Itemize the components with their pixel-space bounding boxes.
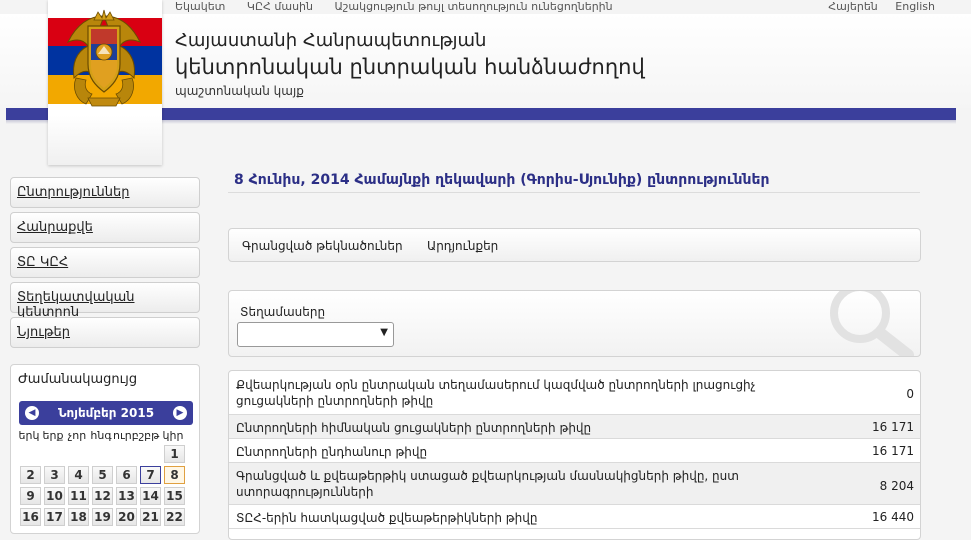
calendar-prev-icon[interactable]: ◀: [25, 406, 39, 420]
header-subtitle: պաշտոնական կայք: [175, 84, 304, 98]
calendar-day[interactable]: 3: [44, 466, 65, 484]
calendar-weekday: կիր: [162, 429, 184, 442]
sidebar-item-tec-cec[interactable]: ՏԸ ԿԸՀ: [10, 247, 200, 278]
sidebar-item-information-center[interactable]: Տեղեկատվական կենտրոն: [10, 282, 200, 320]
page-title: 8 Հունիս, 2014 Համայնքի ղեկավարի (Գորիս-…: [234, 172, 770, 188]
calendar-weekday: երկ: [18, 429, 40, 442]
row-value: 16 440: [872, 510, 914, 524]
calendar-day[interactable]: 6: [116, 466, 137, 484]
table-row: Քվեարկության օրն ընտրական տեղամասերում կ…: [229, 371, 920, 415]
coat-of-arms-icon: [66, 9, 142, 107]
calendar-month-header: ◀ Նոյեմբեր 2015 ▶: [19, 401, 193, 425]
calendar-weekday: չոր: [67, 429, 87, 442]
calendar-day[interactable]: 16: [20, 508, 41, 526]
calendar-day[interactable]: 8: [164, 466, 185, 484]
calendar-widget: Ժամանակացույց ◀ Նոյեմբեր 2015 ▶ երկ երք չո…: [10, 364, 200, 534]
tab-results[interactable]: Արդյունքեր: [427, 239, 498, 253]
precincts-label: Տեղամասերը: [240, 305, 326, 319]
logo[interactable]: [48, 0, 162, 165]
table-row: Գրանցված և քվեաթերթիկ ստացած քվեարկությա…: [229, 463, 920, 505]
calendar-weekday: շբթ: [138, 429, 160, 442]
calendar-day[interactable]: 15: [164, 487, 185, 505]
results-table: Քվեարկության օրն ընտրական տեղամասերում կ…: [228, 370, 921, 540]
table-row: Ընտրողների ընդհանուր թիվը 16 171: [229, 439, 920, 463]
header-title-line1: Հայաստանի Հանրապետության: [175, 30, 487, 51]
title-divider: [228, 192, 920, 193]
row-label: Ընտրողների հիմնական ցուցակների ընտրողներ…: [236, 421, 592, 435]
calendar-day[interactable]: 19: [92, 508, 113, 526]
row-label: ՏԸՀ-երին հատկացված քվեաթերթիկների թիվը: [236, 511, 538, 525]
calendar-day[interactable]: 10: [44, 487, 65, 505]
top-link-home[interactable]: Եկակետ: [175, 0, 225, 13]
row-value: 16 171: [872, 420, 914, 434]
calendar-day[interactable]: 4: [68, 466, 89, 484]
calendar-day[interactable]: 7: [140, 466, 161, 484]
calendar-weekday: հնգ: [90, 429, 112, 442]
lang-armenian[interactable]: Հայերեն: [828, 0, 877, 13]
row-value: 16 171: [872, 444, 914, 458]
top-links: Եկակետ ԿԸՀ մասին Աշակցություն թույլ տեսո…: [175, 0, 631, 13]
calendar-day[interactable]: 21: [140, 508, 161, 526]
calendar-day[interactable]: 17: [44, 508, 65, 526]
filter-panel: Տեղամասերը ▼: [228, 290, 921, 357]
calendar-day[interactable]: 14: [140, 487, 161, 505]
row-label: Ընտրողների ընդհանուր թիվը: [236, 445, 428, 459]
sidebar-item-elections[interactable]: Ընտրություններ: [10, 177, 200, 208]
calendar-day[interactable]: 1: [164, 445, 185, 463]
calendar-weekday: ուրբ: [113, 429, 139, 442]
tab-bar: Գրանցված թեկնածուներ Արդյունքեր: [228, 228, 921, 262]
top-link-about[interactable]: ԿԸՀ մասին: [247, 0, 313, 13]
calendar-day[interactable]: 20: [116, 508, 137, 526]
sidebar-item-materials[interactable]: Նյութեր: [10, 317, 200, 348]
calendar-day[interactable]: 2: [20, 466, 41, 484]
top-link-accessibility[interactable]: Աշակցություն թույլ տեսողություն ունեցողն…: [334, 0, 612, 13]
calendar-day[interactable]: 11: [68, 487, 89, 505]
row-value: 0: [906, 387, 914, 401]
header-title-line2: կենտրոնական ընտրական հանձնաժողով: [175, 55, 645, 79]
calendar-weekday: երք: [42, 429, 64, 442]
calendar-next-icon[interactable]: ▶: [173, 406, 187, 420]
row-value: 8 204: [879, 479, 914, 493]
chevron-down-icon: ▼: [380, 327, 388, 338]
calendar-day[interactable]: 12: [92, 487, 113, 505]
calendar-month-label: Նոյեմբեր 2015: [57, 406, 155, 420]
sidebar-item-referendum[interactable]: Հանրաքվե: [10, 212, 200, 243]
precincts-select[interactable]: ▼: [237, 322, 394, 347]
calendar-day[interactable]: 18: [68, 508, 89, 526]
calendar-day[interactable]: 9: [20, 487, 41, 505]
table-row: Ընտրողների հիմնական ցուցակների ընտրողներ…: [229, 415, 920, 439]
calendar-day[interactable]: 13: [116, 487, 137, 505]
tab-registered-candidates[interactable]: Գրանցված թեկնածուներ: [242, 239, 403, 253]
row-label: Քվեարկության օրն ընտրական տեղամասերում կ…: [236, 378, 756, 408]
language-switcher: Հայերեն English: [814, 0, 935, 13]
row-label: Գրանցված և քվեաթերթիկ ստացած քվեարկությա…: [236, 469, 739, 499]
magnifier-icon: [830, 291, 914, 356]
calendar-title: Ժամանակացույց: [18, 372, 138, 387]
lang-english[interactable]: English: [895, 0, 935, 13]
table-row: ՏԸՀ-երին հատկացված քվեաթերթիկների թիվը 1…: [229, 505, 920, 529]
calendar-day[interactable]: 5: [92, 466, 113, 484]
calendar-day[interactable]: 22: [164, 508, 185, 526]
